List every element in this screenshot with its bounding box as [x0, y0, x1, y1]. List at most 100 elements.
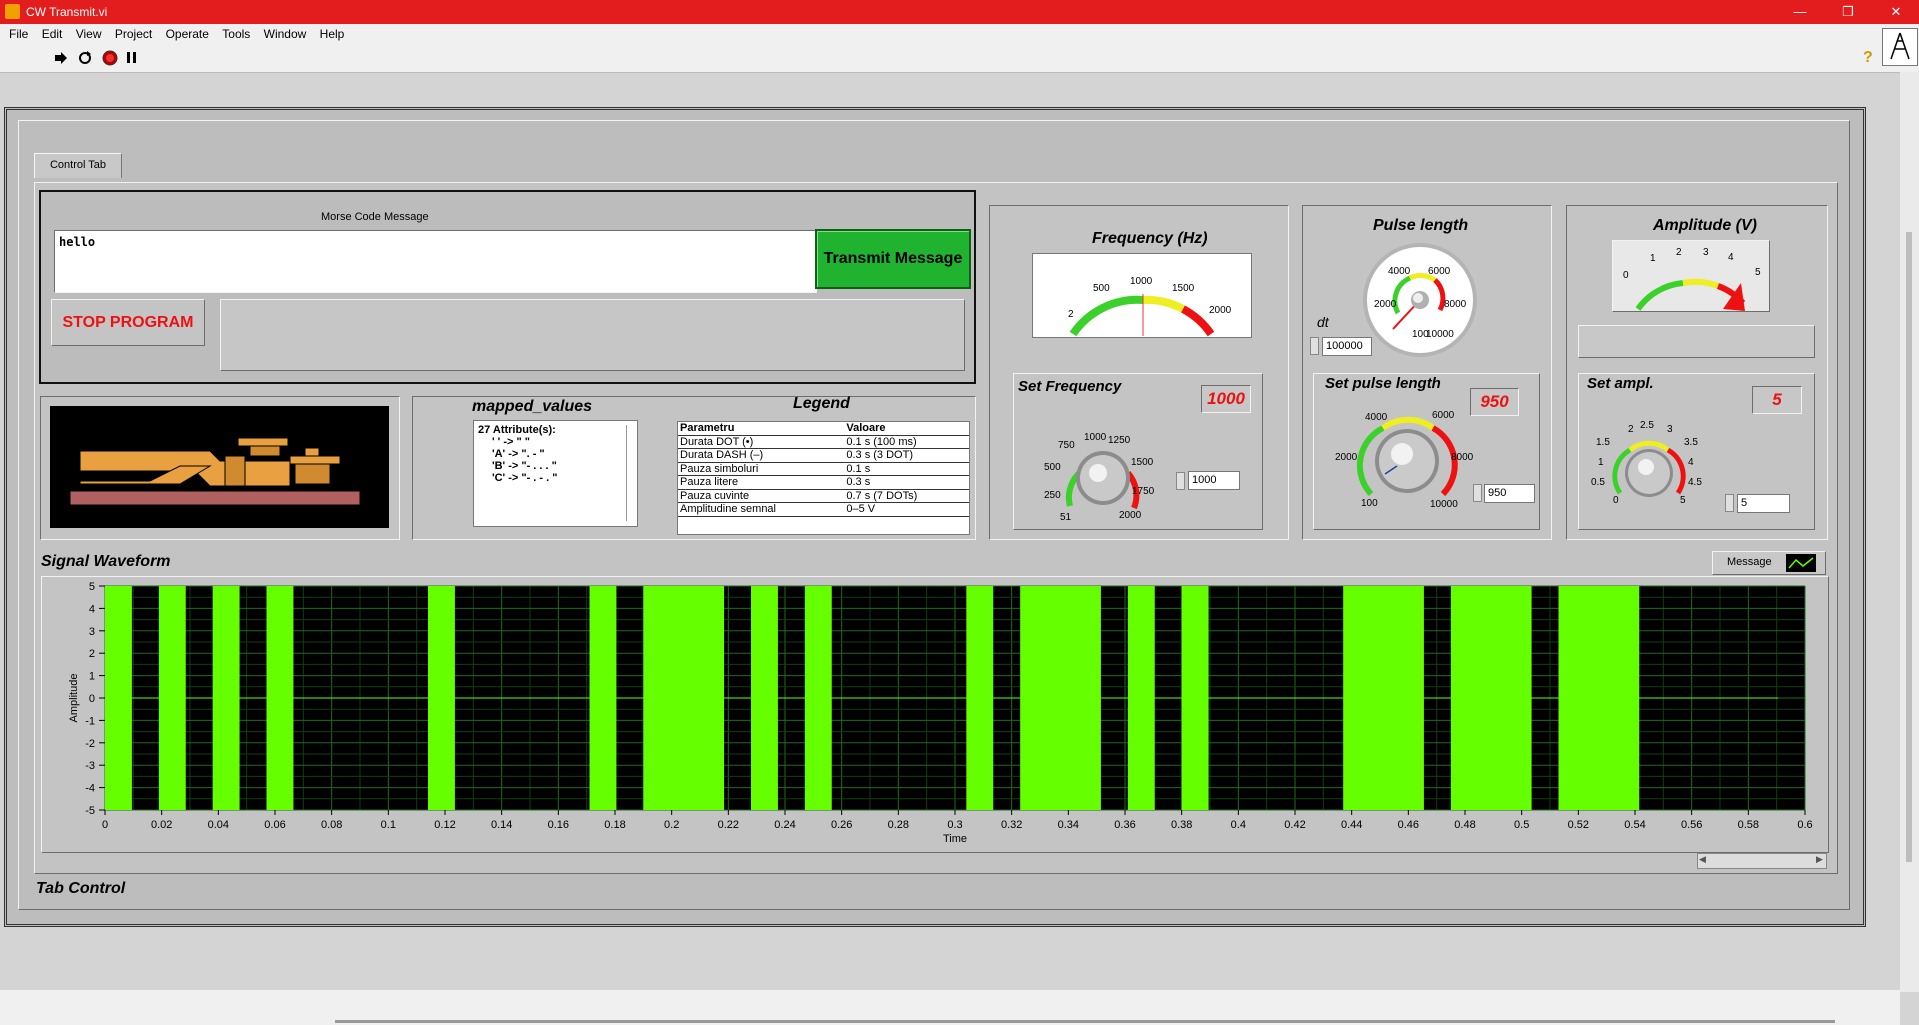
x-tick-label: 0.52	[1568, 819, 1589, 831]
menu-view[interactable]: View	[76, 27, 102, 41]
amplitude-numeric-input[interactable]: 5	[1737, 494, 1790, 513]
tick-label: 2	[1068, 309, 1074, 320]
scroll-left-icon[interactable]: ◀	[1699, 854, 1706, 865]
restore-icon[interactable]: ❐	[1828, 2, 1868, 22]
graph-scrollbar[interactable]: ◀ ▶	[1697, 853, 1827, 869]
tick-label: 1000	[1084, 432, 1107, 443]
x-tick-label: 0.38	[1171, 819, 1192, 831]
x-tick-label: 0.32	[1001, 819, 1022, 831]
table-cell: 0.1 s	[844, 462, 969, 476]
pulse-increment-icon[interactable]	[1473, 484, 1482, 502]
legend-series-label: Message	[1727, 556, 1772, 568]
signal-burst	[751, 586, 778, 810]
frequency-numeric-input[interactable]: 1000	[1188, 471, 1240, 490]
signal-burst	[1558, 586, 1640, 810]
progress-bar-area	[220, 299, 965, 371]
menu-tools[interactable]: Tools	[222, 27, 250, 41]
menu-help[interactable]: Help	[320, 27, 345, 41]
x-tick-label: 0.1	[381, 819, 396, 831]
signal-burst	[1343, 586, 1424, 810]
frequency-title: Frequency (Hz)	[1092, 230, 1208, 247]
signal-burst	[1020, 586, 1101, 810]
frequency-increment-icon[interactable]	[1176, 472, 1185, 490]
x-tick-label: 0.34	[1058, 819, 1079, 831]
abort-icon[interactable]	[102, 50, 118, 66]
frequency-indicator: 1000	[1201, 385, 1251, 413]
pause-icon[interactable]	[126, 51, 138, 65]
legend-title: Legend	[793, 395, 850, 412]
x-tick-label: 0.18	[604, 819, 625, 831]
table-row: Pauza simboluri 0.1 s	[678, 462, 969, 476]
tick-label: 1	[1650, 253, 1656, 264]
tick-label: 10000	[1430, 499, 1458, 510]
table-cell: Durata DASH (–)	[678, 448, 845, 463]
table-cell: 0.7 s (7 DOTs)	[844, 489, 969, 503]
dt-label: dt	[1317, 314, 1329, 330]
tick-label: 4.5	[1688, 477, 1702, 488]
transmit-message-button[interactable]: Transmit Message	[815, 229, 971, 289]
tab-control-caption: Tab Control	[36, 880, 126, 897]
amplitude-display-box	[1578, 325, 1815, 358]
horizontal-scrollbar[interactable]	[0, 990, 1900, 1025]
menu-window[interactable]: Window	[264, 27, 307, 41]
menu-operate[interactable]: Operate	[166, 27, 209, 41]
pulse-knob[interactable]: 100 2000 4000 6000 8000 10000	[1325, 404, 1495, 512]
menu-edit[interactable]: Edit	[42, 27, 63, 41]
tab-control-tab[interactable]: Control Tab	[34, 153, 122, 178]
pulse-numeric-input[interactable]: 950	[1484, 484, 1535, 503]
signal-burst	[428, 586, 455, 810]
menu-file[interactable]: File	[9, 27, 28, 41]
tick-label: 100	[1361, 498, 1378, 509]
tick-label: 0	[1613, 495, 1619, 506]
tick-label: 250	[1044, 490, 1061, 501]
tick-label: 4000	[1388, 266, 1411, 277]
minimize-icon[interactable]: —	[1780, 2, 1820, 22]
tick-label: 0.5	[1591, 477, 1605, 488]
dt-increment-icon[interactable]	[1310, 337, 1319, 355]
y-tick-label: -5	[85, 805, 95, 817]
signal-burst	[1450, 586, 1532, 810]
y-tick-label: 0	[89, 693, 95, 705]
amplitude-increment-icon[interactable]	[1725, 494, 1734, 512]
x-tick-label: 0.26	[831, 819, 852, 831]
table-cell: 0–5 V	[844, 502, 969, 517]
mapped-values-listbox[interactable]: 27 Attribute(s): ' ' -> " " 'A' -> ". - …	[473, 420, 638, 527]
signal-burst	[804, 586, 832, 810]
legend-swatch-icon	[1786, 554, 1816, 572]
tick-label: 2.5	[1640, 420, 1654, 431]
x-tick-label: 0.44	[1341, 819, 1362, 831]
y-tick-label: 3	[89, 626, 95, 638]
list-item: 'B' -> "- . . . "	[492, 460, 557, 472]
tick-label: 500	[1093, 283, 1110, 294]
waveform-title: Signal Waveform	[41, 553, 171, 570]
run-continuous-icon[interactable]	[77, 50, 93, 66]
run-arrow-icon[interactable]	[54, 51, 68, 65]
set-amplitude-label: Set ampl.	[1587, 375, 1654, 392]
frequency-knob[interactable]: 51 250 500 750 1000 1250 1500 1750 2000	[1028, 428, 1188, 526]
x-tick-label: 0.04	[208, 819, 229, 831]
close-icon[interactable]: ✕	[1876, 2, 1916, 22]
vertical-scrollbar[interactable]	[1900, 72, 1919, 992]
tick-label: 1500	[1172, 283, 1195, 294]
menu-project[interactable]: Project	[115, 27, 152, 41]
x-tick-label: 0.46	[1398, 819, 1419, 831]
tick-label: 5	[1755, 267, 1761, 278]
morse-message-input[interactable]: hello	[54, 230, 817, 293]
signal-burst	[105, 586, 132, 810]
tick-label: 8000	[1451, 452, 1474, 463]
tick-label: 3	[1703, 247, 1709, 258]
tick-label: 6000	[1428, 266, 1451, 277]
tick-label: 2000	[1335, 452, 1358, 463]
plot-legend[interactable]: Message	[1712, 551, 1826, 575]
amplitude-knob[interactable]: 0 0.5 1 1.5 2 2.5 3 3.5 4 4.5 5	[1584, 418, 1714, 510]
table-cell: Pauza cuvinte	[678, 489, 845, 503]
x-tick-label: 0.24	[774, 819, 795, 831]
x-tick-label: 0.5	[1514, 819, 1529, 831]
help-icon[interactable]: ?	[1863, 49, 1873, 67]
listbox-scrollbar[interactable]	[626, 425, 633, 521]
x-tick-label: 0.6	[1797, 819, 1812, 831]
stop-program-button[interactable]: STOP PROGRAM	[51, 299, 205, 346]
x-tick-label: 0.06	[264, 819, 285, 831]
scroll-right-icon[interactable]: ▶	[1816, 854, 1823, 865]
waveform-graph[interactable]: 5 4 3 2 1 0 -1 -2 -3 -4 -5 0 0.02 0.04 0.06 0.08 0.1 0.12…	[41, 576, 1827, 851]
